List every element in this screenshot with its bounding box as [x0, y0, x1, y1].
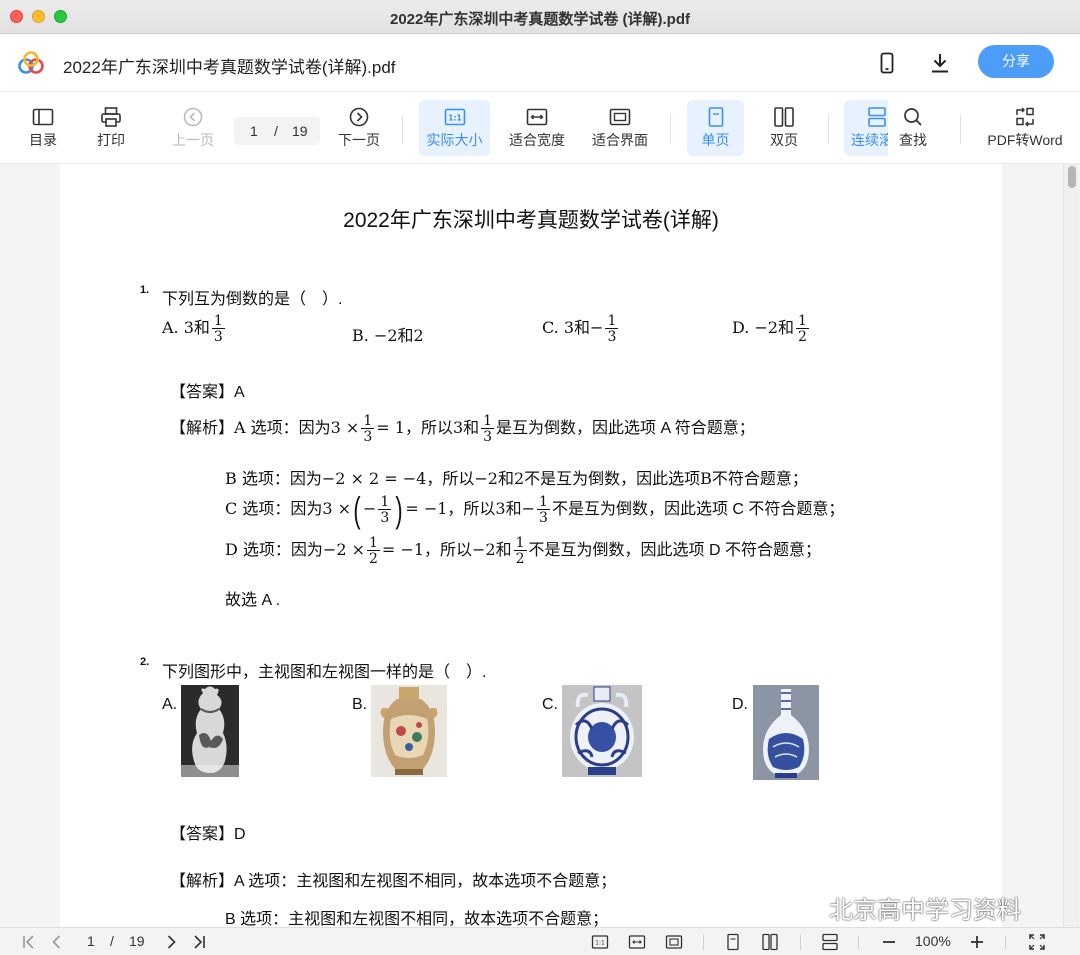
fit-width-icon[interactable]: [628, 933, 646, 951]
option-b-label: B.: [352, 696, 368, 713]
document-viewer[interactable]: 2022年广东深圳中考真题数学试卷(详解) 1. 下列互为倒数的是（ ）. A.…: [0, 164, 1080, 927]
search-button[interactable]: 查找: [890, 100, 936, 156]
zoom-in-icon[interactable]: [968, 933, 986, 951]
first-page-icon[interactable]: [20, 933, 38, 951]
double-page-button[interactable]: 双页: [758, 100, 810, 156]
question-number: 1.: [140, 284, 150, 296]
document-heading: 2022年广东深圳中考真题数学试卷(详解): [343, 209, 719, 232]
toolbar-divider: [402, 114, 403, 144]
status-divider: [1005, 935, 1006, 950]
analysis-d: D 选项：因为−2 × 1 2 = −1，所以−2和 1 2 不是互为倒数，因此选项 D 不…: [225, 535, 821, 567]
svg-text:1:1: 1:1: [595, 940, 605, 947]
next-page-button[interactable]: 下一页: [332, 100, 386, 156]
actual-size-button[interactable]: 1:1 实际大小: [419, 100, 490, 156]
download-icon[interactable]: [928, 51, 952, 75]
convert-icon: [1016, 107, 1034, 127]
last-page-icon[interactable]: [190, 933, 208, 951]
pdf-to-word-button[interactable]: PDF转Word: [984, 100, 1066, 156]
vertical-scrollbar[interactable]: [1063, 164, 1079, 927]
status-page-current[interactable]: 1: [87, 933, 95, 949]
analysis-b: B 选项：主视图和左视图不相同，故本选项不合题意；: [225, 911, 609, 927]
analysis-c: C 选项：因为3 ×(−1 3) = −1，所以3和− 1 3 不是互为倒数，因此选项 C…: [225, 489, 845, 530]
watermark: 北京高中学习资料: [785, 890, 1021, 926]
fit-width-icon: [526, 108, 548, 126]
status-bar: 1 / 19 1:1 100%: [0, 927, 1080, 955]
window-titlebar: 2022年广东深圳中考真题数学试卷 (详解).pdf: [0, 0, 1080, 34]
chevron-left-icon[interactable]: [48, 933, 66, 951]
chevron-right-icon[interactable]: [162, 933, 180, 951]
share-button[interactable]: 分享: [978, 45, 1054, 78]
toolbar-divider: [828, 114, 829, 144]
analysis-a: 【解析】A 选项：因为3 × 1 3 = 1，所以3和 1 3 是互为倒数，因此选项 A 符…: [170, 413, 755, 445]
page-number-input[interactable]: 1 / 19: [234, 117, 320, 145]
fit-screen-icon[interactable]: [665, 933, 683, 951]
option-d: D. −2和 1 2: [732, 313, 809, 345]
continuous-scroll-button[interactable]: 连续滚: [844, 100, 888, 156]
toolbar-divider: [670, 114, 671, 144]
question-number: 2.: [140, 656, 150, 668]
option-b: B. −2和2: [352, 326, 424, 345]
continuous-scroll-icon[interactable]: [821, 933, 839, 951]
option-a: A. 3和 1 3: [162, 313, 225, 345]
prev-page-button[interactable]: 上一页: [166, 100, 220, 156]
vase-b-image: [371, 685, 447, 777]
single-page-button[interactable]: 单页: [687, 100, 744, 156]
answer-label: 【答案】D: [170, 826, 246, 843]
actual-size-icon: 1:1: [444, 108, 465, 126]
question-stem: 下列互为倒数的是（ ）.: [162, 291, 343, 308]
option-c: C. 3和− 1 3: [542, 313, 619, 345]
vase-c-image: [562, 685, 642, 777]
answer-label: 【答案】A: [170, 384, 245, 401]
document-title: 2022年广东深圳中考真题数学试卷(详解).pdf: [63, 58, 396, 77]
scrollbar-thumb[interactable]: [1068, 166, 1076, 188]
mobile-phone-icon[interactable]: [875, 51, 899, 75]
status-divider: [800, 935, 801, 950]
print-button[interactable]: 打印: [86, 100, 136, 156]
status-divider: [858, 935, 859, 950]
status-divider: [703, 935, 704, 950]
vase-a-image: [181, 685, 239, 777]
app-header: 2022年广东深圳中考真题数学试卷(详解).pdf 分享: [0, 34, 1080, 92]
pdf-page: 2022年广东深圳中考真题数学试卷(详解) 1. 下列互为倒数的是（ ）. A.…: [60, 164, 1002, 927]
chevron-right-circle-icon: [349, 107, 369, 127]
toc-button[interactable]: 目录: [18, 100, 68, 156]
sidebar-toc-icon: [32, 108, 54, 126]
search-icon: [904, 108, 922, 126]
status-page-total: 19: [129, 933, 145, 949]
vase-d-image: [753, 685, 819, 780]
printer-icon: [101, 107, 121, 127]
question-stem: 下列图形中，主视图和左视图一样的是（ ）.: [162, 664, 487, 681]
window-title: 2022年广东深圳中考真题数学试卷 (详解).pdf: [389, 11, 691, 28]
option-c-label: C.: [542, 696, 558, 713]
double-page-icon[interactable]: [761, 933, 779, 951]
single-page-icon: [708, 107, 723, 127]
actual-size-icon[interactable]: 1:1: [591, 933, 609, 951]
analysis-b: B 选项：因为−2 × 2 = −4，所以−2和2不是互为倒数，因此选项B不符合…: [225, 469, 808, 488]
fit-screen-button[interactable]: 适合界面: [588, 100, 652, 156]
fit-width-button[interactable]: 适合宽度: [505, 100, 569, 156]
viewer-toolbar: 目录 打印 上一页 1 / 19 下一页 1:1 实际大小 适合宽度 适合界面 …: [0, 92, 1080, 164]
fullscreen-icon[interactable]: [1028, 933, 1046, 951]
toolbar-divider: [960, 114, 961, 144]
fit-screen-icon: [609, 108, 631, 126]
svg-text:1:1: 1:1: [448, 114, 461, 123]
chevron-left-circle-icon: [183, 107, 203, 127]
conclusion: 故选 A .: [225, 592, 281, 609]
zoom-level[interactable]: 100%: [915, 933, 951, 949]
single-page-icon[interactable]: [724, 933, 742, 951]
double-page-icon: [774, 107, 794, 127]
zoom-out-icon[interactable]: [880, 933, 898, 951]
app-logo-icon: [18, 51, 44, 74]
wechat-icon: [787, 899, 822, 924]
option-a-label: A.: [162, 696, 178, 713]
continuous-scroll-icon: [868, 107, 886, 127]
option-d-label: D.: [732, 696, 748, 713]
analysis-a: 【解析】A 选项：主视图和左视图不相同，故本选项不合题意；: [170, 873, 617, 890]
